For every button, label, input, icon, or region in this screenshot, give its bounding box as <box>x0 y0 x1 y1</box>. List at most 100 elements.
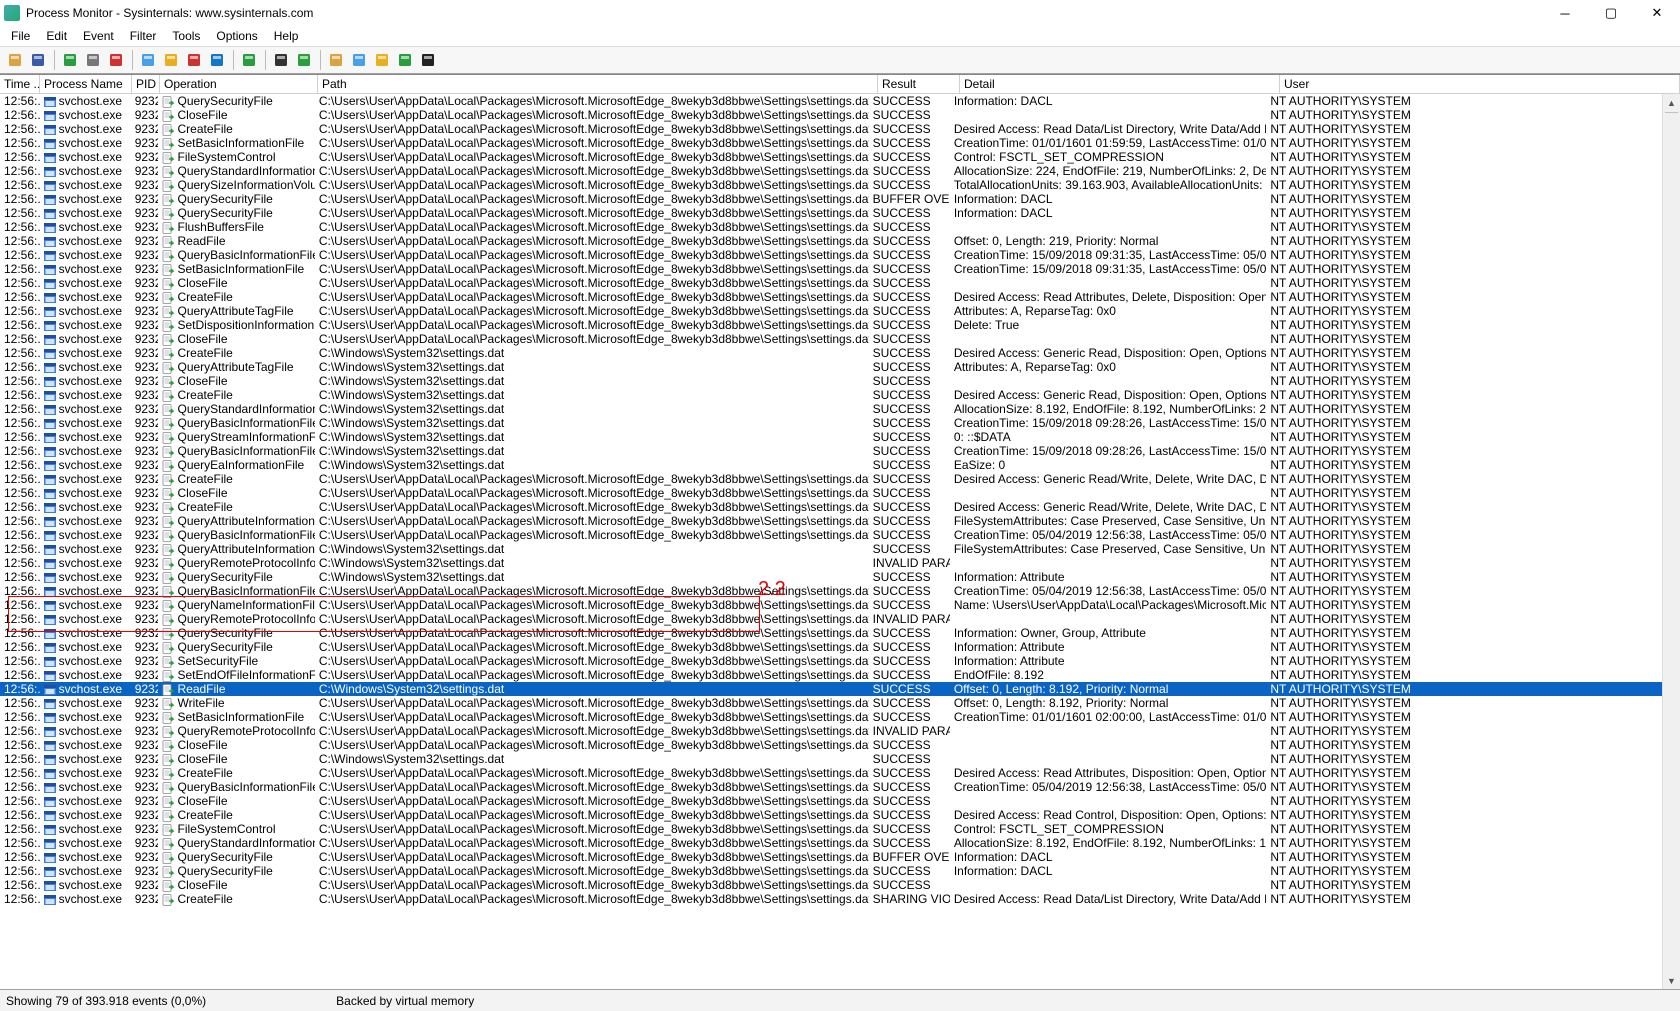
scroll-down-button[interactable]: ▼ <box>1663 972 1680 989</box>
menu-file[interactable]: File <box>4 28 37 44</box>
jump-icon[interactable] <box>293 49 315 71</box>
table-row[interactable]: 12:56:...svchost.exe9232QueryStandardInf… <box>0 402 1662 416</box>
close-button[interactable]: ✕ <box>1634 0 1680 26</box>
table-row[interactable]: 12:56:...svchost.exe9232CloseFileC:\User… <box>0 878 1662 892</box>
menu-help[interactable]: Help <box>267 28 306 44</box>
table-row[interactable]: 12:56:...svchost.exe9232QueryRemoteProto… <box>0 556 1662 570</box>
column-header-det[interactable]: Detail <box>960 75 1280 93</box>
table-row[interactable]: 12:56:...svchost.exe9232CreateFileC:\Use… <box>0 892 1662 906</box>
table-row[interactable]: 12:56:...svchost.exe9232CloseFileC:\Wind… <box>0 752 1662 766</box>
table-row[interactable]: 12:56:...svchost.exe9232QueryAttributeTa… <box>0 304 1662 318</box>
table-row[interactable]: 12:56:...svchost.exe9232QuerySecurityFil… <box>0 206 1662 220</box>
registry-icon[interactable] <box>325 49 347 71</box>
column-header-time[interactable]: Time ... <box>0 75 40 93</box>
table-row[interactable]: 12:56:...svchost.exe9232QuerySecurityFil… <box>0 626 1662 640</box>
process-icon[interactable] <box>394 49 416 71</box>
scroll-up-button[interactable]: ▲ <box>1663 94 1680 111</box>
table-row[interactable]: 12:56:...svchost.exe9232FileSystemContro… <box>0 150 1662 164</box>
table-row[interactable]: 12:56:...svchost.exe9232QueryBasicInform… <box>0 248 1662 262</box>
table-row[interactable]: 12:56:...svchost.exe9232CloseFileC:\User… <box>0 794 1662 808</box>
table-row[interactable]: 12:56:...svchost.exe9232CreateFileC:\Use… <box>0 500 1662 514</box>
clear-icon[interactable] <box>105 49 127 71</box>
table-row[interactable]: 12:56:...svchost.exe9232QueryNameInforma… <box>0 598 1662 612</box>
grid-header[interactable]: Time ...Process NamePIDOperationPathResu… <box>0 75 1680 94</box>
table-row[interactable]: 12:56:...svchost.exe9232SetBasicInformat… <box>0 262 1662 276</box>
table-row[interactable]: 12:56:...svchost.exe9232CloseFileC:\User… <box>0 108 1662 122</box>
table-row[interactable]: 12:56:...svchost.exe9232CloseFileC:\User… <box>0 486 1662 500</box>
table-row[interactable]: 12:56:...svchost.exe9232SetBasicInformat… <box>0 136 1662 150</box>
table-row[interactable]: 12:56:...svchost.exe9232QuerySizeInforma… <box>0 178 1662 192</box>
table-row[interactable]: 12:56:...svchost.exe9232QueryAttributeIn… <box>0 542 1662 556</box>
table-row[interactable]: 12:56:...svchost.exe9232QueryBasicInform… <box>0 416 1662 430</box>
table-row[interactable]: 12:56:...svchost.exe9232QueryBasicInform… <box>0 528 1662 542</box>
table-row[interactable]: 12:56:...svchost.exe9232QueryEaInformati… <box>0 458 1662 472</box>
capture-icon[interactable] <box>59 49 81 71</box>
table-row[interactable]: 12:56:...svchost.exe9232QueryRemoteProto… <box>0 612 1662 626</box>
table-row[interactable]: 12:56:...svchost.exe9232FileSystemContro… <box>0 822 1662 836</box>
column-header-path[interactable]: Path <box>318 75 878 93</box>
column-header-res[interactable]: Result <box>878 75 960 93</box>
include-icon[interactable] <box>183 49 205 71</box>
table-row[interactable]: 12:56:...svchost.exe9232FlushBuffersFile… <box>0 220 1662 234</box>
table-row[interactable]: 12:56:...svchost.exe9232SetEndOfFileInfo… <box>0 668 1662 682</box>
table-row[interactable]: 12:56:...svchost.exe9232WriteFileC:\User… <box>0 696 1662 710</box>
column-header-op[interactable]: Operation <box>160 75 318 93</box>
table-row[interactable]: 12:56:...svchost.exe9232QueryStreamInfor… <box>0 430 1662 444</box>
table-row[interactable]: 12:56:...svchost.exe9232CreateFileC:\Use… <box>0 808 1662 822</box>
table-row[interactable]: 12:56:...svchost.exe9232QuerySecurityFil… <box>0 570 1662 584</box>
table-row[interactable]: 12:56:...svchost.exe9232QueryAttributeTa… <box>0 360 1662 374</box>
grid-rows[interactable]: 12:56:...svchost.exe9232QuerySecurityFil… <box>0 94 1662 989</box>
filesystem-icon[interactable] <box>348 49 370 71</box>
filter-icon[interactable] <box>137 49 159 71</box>
table-row[interactable]: 12:56:...svchost.exe9232QueryRemoteProto… <box>0 724 1662 738</box>
table-row[interactable]: 12:56:...svchost.exe9232QueryAttributeIn… <box>0 514 1662 528</box>
table-row[interactable]: 12:56:...svchost.exe9232CloseFileC:\User… <box>0 738 1662 752</box>
table-row[interactable]: 12:56:...svchost.exe9232QueryBasicInform… <box>0 584 1662 598</box>
profiling-icon[interactable] <box>417 49 439 71</box>
table-row[interactable]: 12:56:...svchost.exe9232SetSecurityFileC… <box>0 654 1662 668</box>
vertical-scrollbar[interactable]: ▲ ▼ <box>1662 94 1680 989</box>
open-icon[interactable] <box>4 49 26 71</box>
table-row[interactable]: 12:56:...svchost.exe9232CreateFileC:\Use… <box>0 766 1662 780</box>
table-row[interactable]: 12:56:...svchost.exe9232QueryStandardInf… <box>0 164 1662 178</box>
process-icon <box>44 600 58 612</box>
menu-tools[interactable]: Tools <box>165 28 207 44</box>
table-row[interactable]: 12:56:...svchost.exe9232QueryStandardInf… <box>0 836 1662 850</box>
table-row[interactable]: 12:56:...svchost.exe9232QuerySecurityFil… <box>0 192 1662 206</box>
table-row[interactable]: 12:56:...svchost.exe9232CloseFileC:\User… <box>0 332 1662 346</box>
menu-event[interactable]: Event <box>76 28 121 44</box>
table-row[interactable]: 12:56:...svchost.exe9232CreateFileC:\Use… <box>0 290 1662 304</box>
table-row[interactable]: 12:56:...svchost.exe9232CreateFileC:\Use… <box>0 122 1662 136</box>
menu-edit[interactable]: Edit <box>39 28 74 44</box>
table-row[interactable]: 12:56:...svchost.exe9232QueryBasicInform… <box>0 780 1662 794</box>
network-icon[interactable] <box>371 49 393 71</box>
column-header-pid[interactable]: PID <box>132 75 160 93</box>
scroll-thumb[interactable] <box>1665 112 1678 113</box>
find-icon[interactable] <box>270 49 292 71</box>
menu-options[interactable]: Options <box>209 28 264 44</box>
table-row[interactable]: 12:56:...svchost.exe9232CreateFileC:\Win… <box>0 388 1662 402</box>
table-row[interactable]: 12:56:...svchost.exe9232ReadFileC:\Windo… <box>0 682 1662 696</box>
minimize-button[interactable]: ─ <box>1542 0 1588 26</box>
table-row[interactable]: 12:56:...svchost.exe9232CreateFileC:\Use… <box>0 472 1662 486</box>
table-row[interactable]: 12:56:...svchost.exe9232ReadFileC:\Users… <box>0 234 1662 248</box>
table-row[interactable]: 12:56:...svchost.exe9232QuerySecurityFil… <box>0 850 1662 864</box>
table-row[interactable]: 12:56:...svchost.exe9232SetBasicInformat… <box>0 710 1662 724</box>
table-row[interactable]: 12:56:...svchost.exe9232SetDispositionIn… <box>0 318 1662 332</box>
table-row[interactable]: 12:56:...svchost.exe9232CreateFileC:\Win… <box>0 346 1662 360</box>
column-header-user[interactable]: User <box>1280 75 1680 93</box>
save-icon[interactable] <box>27 49 49 71</box>
menu-filter[interactable]: Filter <box>123 28 164 44</box>
highlight-icon[interactable] <box>160 49 182 71</box>
maximize-button[interactable]: ▢ <box>1588 0 1634 26</box>
bookmark-icon[interactable] <box>206 49 228 71</box>
table-row[interactable]: 12:56:...svchost.exe9232QuerySecurityFil… <box>0 864 1662 878</box>
table-row[interactable]: 12:56:...svchost.exe9232CloseFileC:\Wind… <box>0 374 1662 388</box>
tree-icon[interactable] <box>238 49 260 71</box>
table-row[interactable]: 12:56:...svchost.exe9232QueryBasicInform… <box>0 444 1662 458</box>
table-row[interactable]: 12:56:...svchost.exe9232QuerySecurityFil… <box>0 94 1662 108</box>
table-row[interactable]: 12:56:...svchost.exe9232QuerySecurityFil… <box>0 640 1662 654</box>
column-header-proc[interactable]: Process Name <box>40 75 132 93</box>
autoscroll-icon[interactable] <box>82 49 104 71</box>
table-row[interactable]: 12:56:...svchost.exe9232CloseFileC:\User… <box>0 276 1662 290</box>
